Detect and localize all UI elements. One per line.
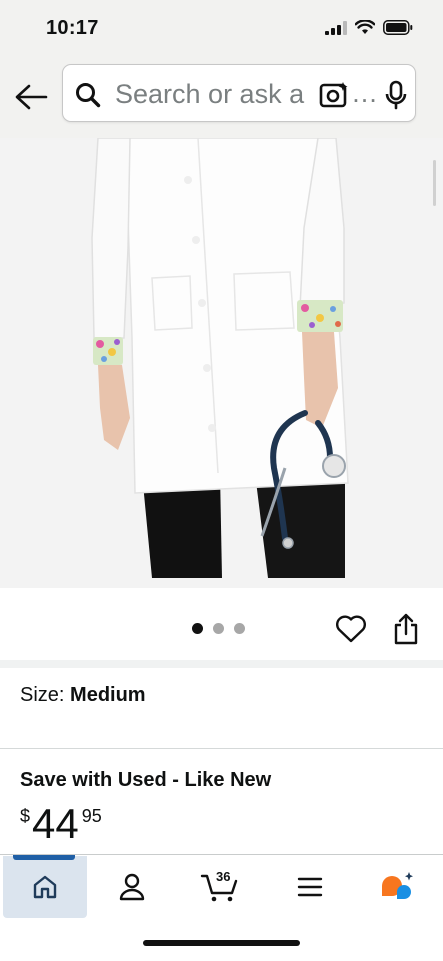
account-icon (119, 873, 145, 901)
nav-rufus[interactable] (355, 856, 439, 918)
cart-count: 36 (216, 869, 231, 884)
menu-icon (297, 877, 323, 897)
search-input[interactable]: Search or ask a … (62, 64, 416, 122)
divider (0, 748, 443, 749)
search-placeholder: Search or ask a (115, 79, 305, 109)
back-button[interactable] (12, 78, 50, 116)
search-ellipsis: … (351, 78, 379, 108)
share-button[interactable] (392, 612, 420, 646)
image-scroll-indicator (433, 160, 436, 206)
section-divider (0, 660, 443, 668)
price-whole: 44 (32, 800, 79, 847)
size-selector[interactable]: Size: Medium (20, 684, 146, 707)
nav-account[interactable] (90, 856, 174, 918)
camera-search-icon[interactable] (319, 81, 349, 109)
size-label: Size: (20, 684, 71, 706)
status-icons (325, 20, 413, 35)
add-to-list-button[interactable] (334, 612, 368, 646)
home-indicator (143, 940, 300, 946)
share-icon (394, 613, 418, 645)
cellular-signal-icon (325, 20, 347, 35)
nav-menu[interactable] (268, 856, 352, 918)
carousel-dots (192, 623, 245, 634)
rufus-ai-icon (382, 872, 413, 899)
heart-icon (336, 615, 366, 643)
nav-cart[interactable] (178, 856, 262, 918)
carousel-dot[interactable] (213, 623, 224, 634)
microphone-icon[interactable] (385, 80, 407, 110)
nav-home[interactable] (3, 856, 87, 918)
wifi-icon (355, 20, 375, 34)
size-value: Medium (70, 684, 146, 706)
lab-coat-photo (0, 138, 443, 588)
top-header: Search or ask a … (0, 58, 443, 139)
battery-icon (383, 20, 413, 35)
back-arrow-icon (15, 84, 48, 110)
search-icon (76, 83, 101, 108)
nav-active-indicator (13, 855, 75, 860)
status-time: 10:17 (46, 17, 99, 39)
used-offer-title: Save with Used - Like New (20, 769, 272, 791)
price-currency: $ (20, 806, 31, 826)
carousel-dot[interactable] (234, 623, 245, 634)
product-image[interactable] (0, 138, 443, 588)
home-icon (33, 875, 57, 899)
carousel-dot[interactable] (192, 623, 203, 634)
status-bar: 10:17 (0, 0, 443, 58)
price: $ 44 95 (20, 800, 102, 852)
price-fraction: 95 (81, 806, 102, 826)
image-carousel-controls (0, 588, 443, 660)
